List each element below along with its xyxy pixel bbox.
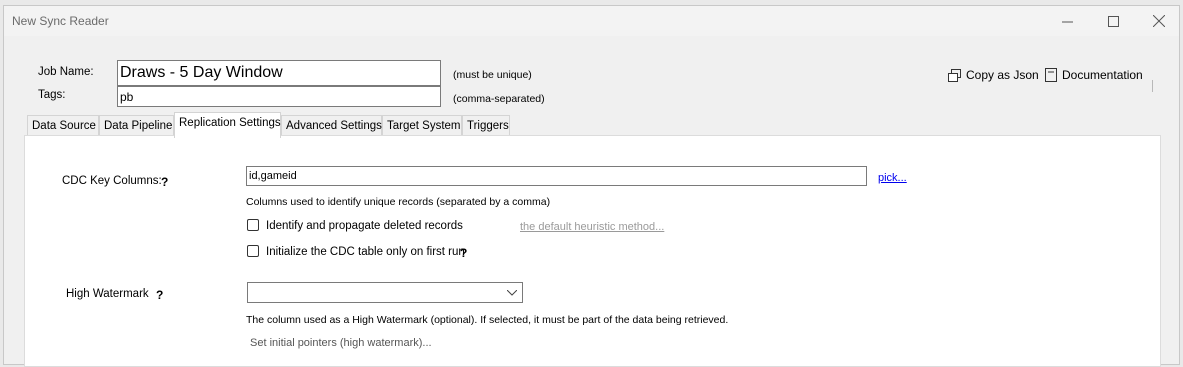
tab-target-system[interactable]: Target System	[382, 115, 462, 137]
cdc-key-label: CDC Key Columns:	[62, 175, 162, 187]
tab-advanced-settings[interactable]: Advanced Settings	[281, 115, 382, 137]
documentation-button[interactable]: Documentation	[1045, 64, 1143, 86]
high-watermark-label: High Watermark	[66, 288, 149, 300]
high-watermark-select[interactable]	[247, 282, 523, 303]
copy-icon	[948, 68, 961, 82]
title-bar: New Sync Reader	[4, 6, 1179, 36]
init-cdc-help-icon[interactable]: ?	[460, 246, 467, 260]
tab-data-pipeline[interactable]: Data Pipeline	[99, 115, 174, 137]
replication-settings-panel: CDC Key Columns: ? pick... Columns used …	[24, 135, 1161, 367]
sync-reader-window: New Sync Reader Job Name: (must be uniqu…	[3, 5, 1180, 367]
window-title: New Sync Reader	[12, 14, 109, 28]
init-cdc-checkbox[interactable]	[247, 245, 259, 257]
cdc-key-input[interactable]	[246, 166, 867, 186]
document-icon	[1045, 68, 1057, 82]
high-watermark-help-icon[interactable]: ?	[156, 288, 163, 302]
deleted-records-checkbox[interactable]	[247, 219, 259, 231]
documentation-label: Documentation	[1062, 68, 1143, 82]
tags-input[interactable]	[117, 86, 441, 107]
tab-replication-settings[interactable]: Replication Settings	[174, 112, 281, 138]
heuristic-method-link[interactable]: the default heuristic method...	[520, 221, 664, 233]
deleted-records-label[interactable]: Identify and propagate deleted records	[266, 220, 463, 232]
minimize-icon	[1061, 21, 1073, 22]
tags-hint: (comma-separated)	[453, 93, 545, 105]
cdc-key-hint: Columns used to identify unique records …	[246, 196, 551, 208]
cdc-key-help-icon[interactable]: ?	[161, 175, 168, 189]
close-button[interactable]	[1136, 6, 1182, 36]
high-watermark-hint: The column used as a High Watermark (opt…	[246, 314, 729, 326]
minimize-button[interactable]	[1044, 6, 1090, 36]
toolbar-divider	[1152, 80, 1153, 92]
maximize-button[interactable]	[1090, 6, 1136, 36]
tab-data-source[interactable]: Data Source	[27, 115, 99, 137]
chevron-down-icon	[507, 290, 517, 296]
copy-as-json-label: Copy as Json	[966, 68, 1039, 82]
maximize-icon	[1107, 15, 1119, 27]
job-name-label: Job Name:	[38, 66, 94, 78]
close-icon	[1153, 15, 1165, 27]
tab-triggers[interactable]: Triggers	[462, 115, 510, 137]
job-name-hint: (must be unique)	[453, 69, 532, 81]
copy-as-json-button[interactable]: Copy as Json	[948, 64, 1039, 86]
pick-columns-link[interactable]: pick...	[878, 172, 907, 184]
tags-label: Tags:	[38, 89, 66, 101]
set-initial-pointers-link[interactable]: Set initial pointers (high watermark)...	[250, 337, 432, 349]
job-name-input[interactable]	[117, 60, 441, 86]
init-cdc-label[interactable]: Initialize the CDC table only on first r…	[266, 246, 465, 258]
